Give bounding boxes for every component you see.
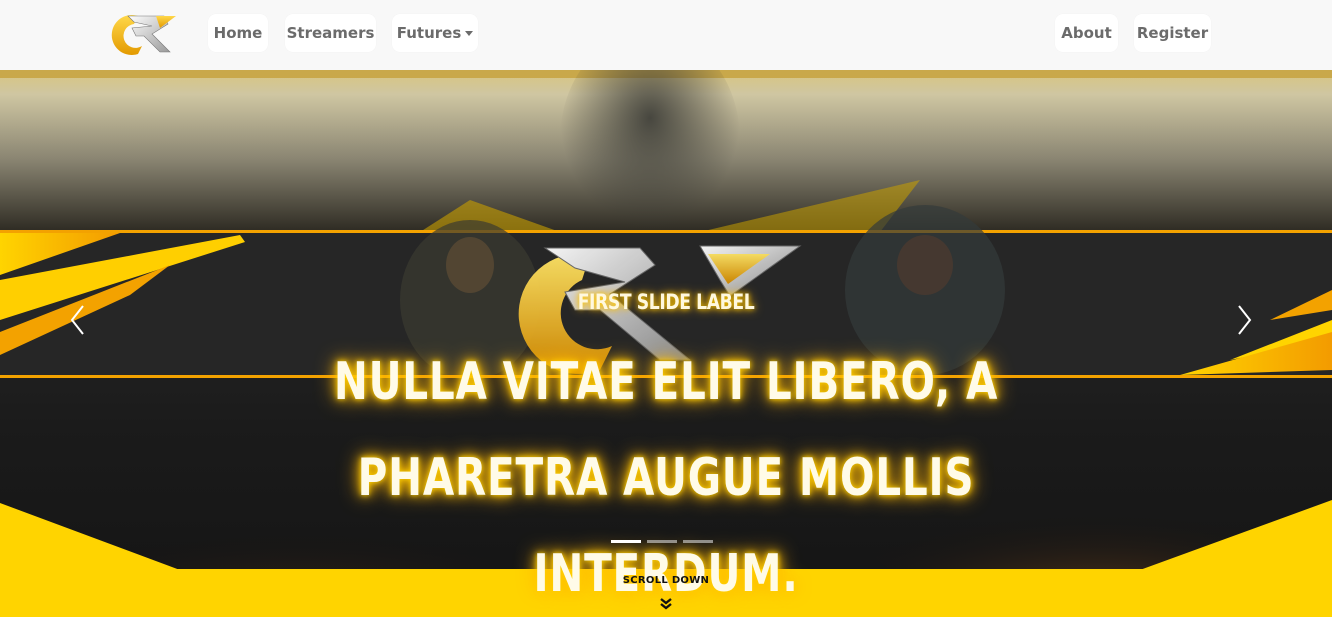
rk-logo-icon xyxy=(111,15,176,55)
carousel-next-button[interactable] xyxy=(1224,300,1264,340)
nav-about-link[interactable]: About xyxy=(1055,14,1118,52)
carousel-indicator[interactable] xyxy=(647,540,677,543)
carousel-indicator[interactable] xyxy=(611,540,641,543)
chevron-left-icon xyxy=(70,305,84,335)
navbar: Home Streamers Futures About Register xyxy=(0,0,1332,70)
scroll-down-label: SCROLL DOWN xyxy=(622,575,710,586)
slide-label: First slide label xyxy=(577,290,755,314)
nav-register-link[interactable]: Register xyxy=(1134,14,1211,52)
nav-futures-label: Futures xyxy=(396,24,462,42)
carousel-indicators xyxy=(611,540,713,543)
double-chevron-down-icon xyxy=(660,598,672,610)
hero-carousel: First slide label Nulla vitae elit liber… xyxy=(0,70,1332,617)
chevron-right-icon xyxy=(1238,305,1252,335)
carousel-prev-button[interactable] xyxy=(58,300,98,340)
caret-down-icon xyxy=(465,30,474,36)
nav-futures-dropdown[interactable]: Futures xyxy=(392,14,478,52)
brand-logo[interactable] xyxy=(108,10,180,58)
nav-home-link[interactable]: Home xyxy=(208,14,268,52)
nav-streamers-link[interactable]: Streamers xyxy=(285,14,376,52)
scroll-down-link[interactable]: SCROLL DOWN xyxy=(0,575,1332,610)
carousel-indicator[interactable] xyxy=(683,540,713,543)
